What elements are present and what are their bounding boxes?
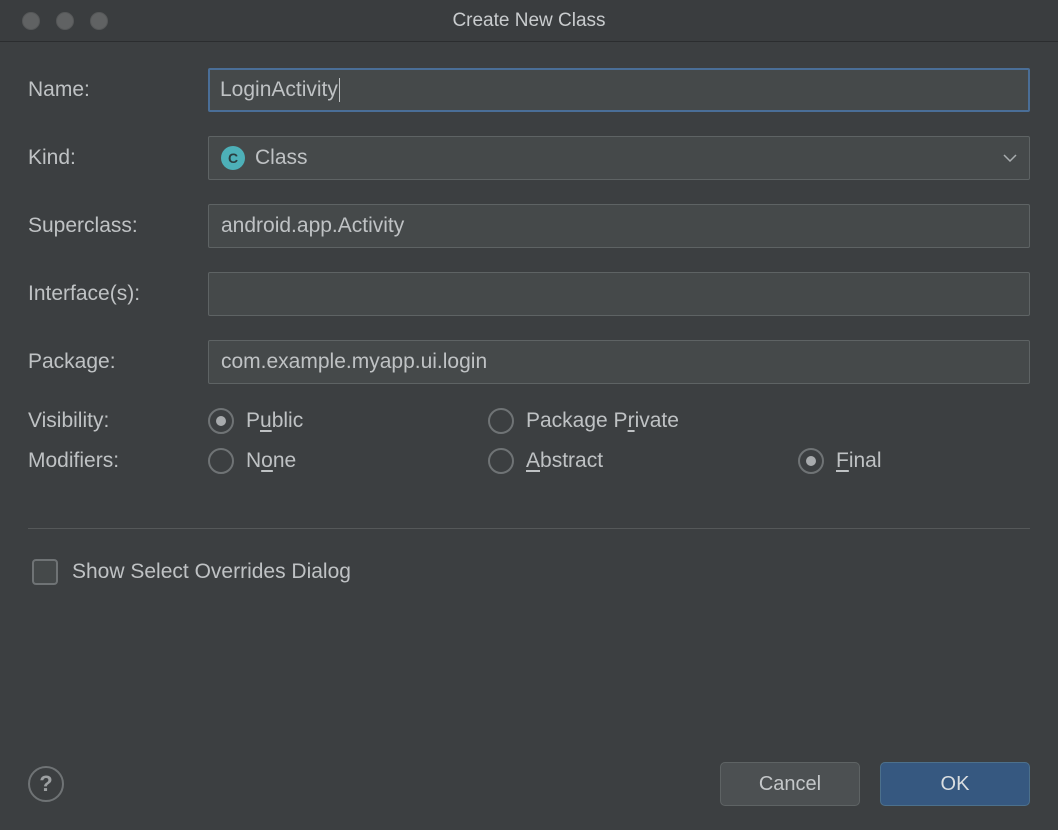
- row-package: Package:: [28, 340, 1030, 384]
- visibility-package-private-label: Package Private: [526, 409, 679, 433]
- modifiers-final-label: Final: [836, 449, 882, 473]
- show-overrides-checkbox[interactable]: Show Select Overrides Dialog: [28, 559, 1030, 585]
- label-interfaces: Interface(s):: [28, 282, 208, 306]
- window-title: Create New Class: [0, 10, 1058, 32]
- modifiers-abstract-radio[interactable]: Abstract: [488, 448, 798, 474]
- radio-icon: [208, 448, 234, 474]
- label-visibility: Visibility:: [28, 409, 208, 433]
- kind-dropdown-value: Class: [255, 146, 1003, 170]
- row-kind: Kind: C Class: [28, 136, 1030, 180]
- visibility-radio-group: Public Package Private: [208, 408, 1030, 434]
- radio-icon: [208, 408, 234, 434]
- radio-icon: [488, 408, 514, 434]
- interfaces-input[interactable]: [208, 272, 1030, 316]
- dialog-content: Name: LoginActivity Kind: C Class Superc…: [0, 42, 1058, 762]
- divider: [28, 528, 1030, 529]
- row-interfaces: Interface(s):: [28, 272, 1030, 316]
- modifiers-radio-group: None Abstract Final: [208, 448, 1030, 474]
- dialog-footer: ? Cancel OK: [0, 762, 1058, 830]
- show-overrides-label: Show Select Overrides Dialog: [72, 560, 351, 584]
- row-superclass: Superclass:: [28, 204, 1030, 248]
- chevron-down-icon: [1003, 149, 1017, 167]
- text-caret-icon: [339, 78, 340, 102]
- row-name: Name: LoginActivity: [28, 68, 1030, 112]
- visibility-public-label: Public: [246, 409, 303, 433]
- modifiers-none-label: None: [246, 449, 296, 473]
- label-kind: Kind:: [28, 146, 208, 170]
- package-input[interactable]: [208, 340, 1030, 384]
- row-modifiers: Modifiers: None Abstract Final: [28, 448, 1030, 474]
- name-input-value: LoginActivity: [220, 78, 338, 102]
- radio-icon: [488, 448, 514, 474]
- cancel-button[interactable]: Cancel: [720, 762, 860, 806]
- close-window-icon[interactable]: [22, 12, 40, 30]
- radio-icon: [798, 448, 824, 474]
- class-icon: C: [221, 146, 245, 170]
- row-visibility: Visibility: Public Package Private: [28, 408, 1030, 434]
- superclass-input[interactable]: [208, 204, 1030, 248]
- minimize-window-icon[interactable]: [56, 12, 74, 30]
- modifiers-abstract-label: Abstract: [526, 449, 603, 473]
- titlebar: Create New Class: [0, 0, 1058, 42]
- modifiers-final-radio[interactable]: Final: [798, 448, 1030, 474]
- visibility-package-private-radio[interactable]: Package Private: [488, 408, 798, 434]
- zoom-window-icon[interactable]: [90, 12, 108, 30]
- name-input[interactable]: LoginActivity: [208, 68, 1030, 112]
- window-controls: [0, 12, 108, 30]
- label-superclass: Superclass:: [28, 214, 208, 238]
- ok-button[interactable]: OK: [880, 762, 1030, 806]
- kind-dropdown[interactable]: C Class: [208, 136, 1030, 180]
- help-icon: ?: [39, 771, 52, 797]
- modifiers-none-radio[interactable]: None: [208, 448, 488, 474]
- label-package: Package:: [28, 350, 208, 374]
- help-button[interactable]: ?: [28, 766, 64, 802]
- label-name: Name:: [28, 78, 208, 102]
- visibility-public-radio[interactable]: Public: [208, 408, 488, 434]
- label-modifiers: Modifiers:: [28, 449, 208, 473]
- checkbox-icon: [32, 559, 58, 585]
- dialog-window: Create New Class Name: LoginActivity Kin…: [0, 0, 1058, 830]
